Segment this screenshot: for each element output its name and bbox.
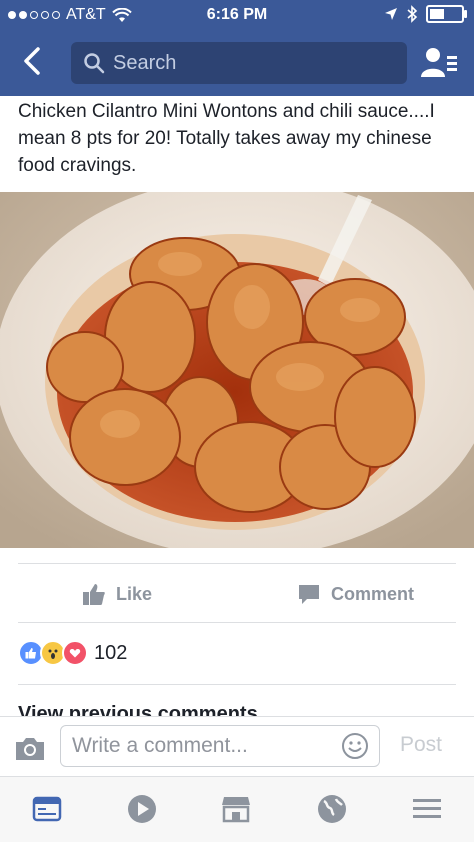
- location-arrow-icon: [385, 8, 397, 20]
- marketplace-icon[interactable]: [220, 793, 252, 825]
- bluetooth-icon: [407, 5, 418, 23]
- divider-top: [18, 563, 456, 564]
- comment-placeholder: Write a comment...: [72, 734, 248, 757]
- post-text: Chicken Cilantro Mini Wontons and chili …: [18, 101, 435, 176]
- sticker-smiley-icon[interactable]: [341, 732, 369, 760]
- reactions-summary[interactable]: 102: [18, 640, 127, 666]
- divider-middle: [18, 622, 456, 623]
- thumbs-up-icon: [83, 584, 105, 605]
- menu-icon[interactable]: [411, 793, 443, 825]
- status-bar: AT&T 6:16 PM: [0, 0, 474, 30]
- divider-bottom: [18, 684, 456, 685]
- post-photo[interactable]: [0, 192, 474, 548]
- back-chevron-icon[interactable]: [18, 46, 48, 76]
- battery-icon: [426, 5, 467, 23]
- globe-notifications-icon[interactable]: [316, 793, 348, 825]
- view-previous-comments-link[interactable]: View previous comments: [18, 702, 258, 716]
- search-icon: [84, 53, 105, 74]
- comment-label: Comment: [331, 583, 415, 604]
- camera-icon[interactable]: [14, 735, 46, 761]
- app-header: AT&T 6:16 PM Search: [0, 0, 474, 96]
- comment-composer: Write a comment... Post: [0, 716, 474, 777]
- like-label: Like: [116, 583, 153, 604]
- comment-input[interactable]: Write a comment...: [60, 725, 380, 767]
- friend-requests-icon[interactable]: [420, 46, 458, 78]
- news-feed-icon[interactable]: [31, 793, 63, 825]
- love-reaction-icon: [62, 640, 88, 666]
- video-play-icon[interactable]: [126, 793, 158, 825]
- comment-bubble-icon: [299, 585, 319, 604]
- like-button[interactable]: Like: [82, 582, 152, 606]
- post-comment-button[interactable]: Post: [400, 733, 442, 757]
- reaction-count: 102: [94, 641, 128, 664]
- search-bar[interactable]: Search: [71, 42, 407, 84]
- search-placeholder: Search: [113, 51, 177, 74]
- bottom-tab-bar: [0, 776, 474, 842]
- status-right: [384, 5, 467, 23]
- comment-button[interactable]: Comment: [297, 582, 414, 606]
